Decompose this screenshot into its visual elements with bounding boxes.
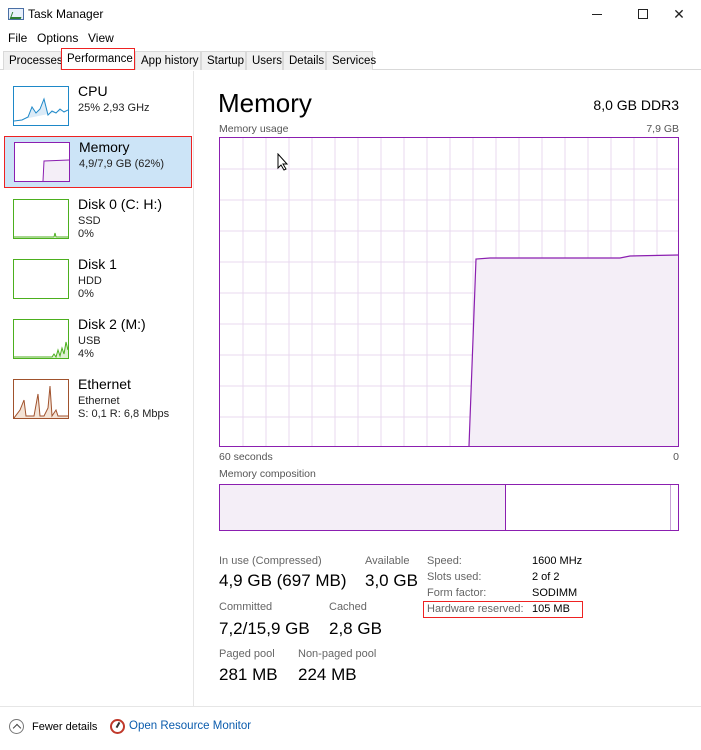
menu-options[interactable]: Options	[37, 31, 78, 45]
title-bar: Task Manager ✕	[0, 0, 701, 28]
footer-bar: Fewer details Open Resource Monitor	[0, 706, 701, 750]
disk-1-thumbnail-graph	[13, 259, 69, 299]
memory-thumbnail-graph	[14, 142, 70, 182]
sidebar-item-usage: 4%	[78, 348, 94, 360]
chevron-up-icon[interactable]	[9, 719, 24, 734]
speed-value: 1600 MHz	[532, 555, 583, 567]
committed-label: Committed	[219, 601, 273, 613]
sidebar-item-cpu[interactable]: CPU 25% 2,93 GHz	[4, 81, 192, 133]
memory-usage-label: Memory usage	[219, 123, 289, 135]
memory-composition-bar	[219, 484, 679, 531]
in-use-value: 4,9 GB (697 MB)	[219, 571, 347, 590]
available-label: Available	[365, 555, 410, 567]
sidebar-item-disk-1[interactable]: Disk 1 HDD 0%	[4, 254, 192, 306]
hardware-reserved-value: 105 MB	[532, 603, 570, 615]
menu-view[interactable]: View	[88, 31, 114, 45]
sidebar-item-title: Disk 1	[78, 256, 117, 272]
available-value: 3,0 GB	[365, 571, 418, 590]
tab-startup[interactable]: Startup	[201, 51, 246, 70]
ethernet-thumbnail-graph	[13, 379, 69, 419]
sidebar-item-detail: USB	[78, 335, 101, 347]
tab-bar: Processes Performance App history Startu…	[0, 48, 701, 70]
free-segment-divider	[670, 485, 671, 530]
resource-sidebar: CPU 25% 2,93 GHz Memory 4,9/7,9 GB (62%)…	[0, 71, 194, 706]
speed-label: Speed:	[427, 555, 462, 567]
committed-value: 7,2/15,9 GB	[219, 619, 310, 638]
tab-details[interactable]: Details	[283, 51, 326, 70]
paged-pool-value: 281 MB	[219, 665, 278, 684]
sidebar-item-disk-0[interactable]: Disk 0 (C: H:) SSD 0%	[4, 194, 192, 246]
hardware-reserved-label: Hardware reserved:	[427, 603, 524, 615]
menu-bar: File Options View	[0, 28, 701, 48]
form-factor-value: SODIMM	[532, 587, 578, 599]
cpu-thumbnail-graph	[13, 86, 69, 126]
sidebar-item-usage: 0%	[78, 288, 94, 300]
menu-file[interactable]: File	[8, 31, 27, 45]
in-use-label: In use (Compressed)	[219, 555, 322, 567]
time-axis-start: 60 seconds	[219, 451, 273, 463]
sidebar-item-disk-2[interactable]: Disk 2 (M:) USB 4%	[4, 314, 192, 366]
resource-monitor-icon[interactable]	[110, 719, 125, 734]
sidebar-item-ethernet[interactable]: Ethernet Ethernet S: 0,1 R: 6,8 Mbps	[4, 374, 192, 426]
form-factor-label: Form factor:	[427, 587, 487, 599]
cached-value: 2,8 GB	[329, 619, 382, 638]
open-resource-monitor-link[interactable]: Open Resource Monitor	[129, 720, 251, 732]
tab-processes[interactable]: Processes	[3, 51, 63, 70]
in-use-segment	[220, 485, 506, 530]
paged-pool-label: Paged pool	[219, 648, 275, 660]
sidebar-item-title: Disk 0 (C: H:)	[78, 196, 162, 212]
fewer-details-link[interactable]: Fewer details	[32, 721, 97, 733]
sidebar-item-title: Disk 2 (M:)	[78, 316, 146, 332]
minimize-icon	[592, 13, 602, 15]
slots-used-label: Slots used:	[427, 571, 482, 583]
tab-services[interactable]: Services	[326, 51, 376, 70]
memory-composition-label: Memory composition	[219, 468, 316, 480]
page-title: Memory	[218, 88, 312, 118]
mouse-cursor-icon	[277, 153, 289, 171]
close-icon: ✕	[673, 5, 685, 22]
disk-2-thumbnail-graph	[13, 319, 69, 359]
sidebar-item-memory[interactable]: Memory 4,9/7,9 GB (62%)	[4, 136, 192, 188]
sidebar-item-title: Ethernet	[78, 376, 131, 392]
sidebar-item-title: CPU	[78, 83, 108, 99]
memory-usage-graph	[219, 137, 679, 447]
close-button[interactable]: ✕	[656, 0, 701, 28]
disk-0-thumbnail-graph	[13, 199, 69, 239]
tab-users[interactable]: Users	[246, 51, 283, 70]
non-paged-pool-value: 224 MB	[298, 665, 357, 684]
task-manager-icon	[8, 8, 24, 20]
cached-label: Cached	[329, 601, 367, 613]
sidebar-item-detail: HDD	[78, 275, 102, 287]
tab-performance[interactable]: Performance	[61, 48, 135, 70]
sidebar-item-detail: 25% 2,93 GHz	[78, 102, 150, 114]
maximize-icon	[638, 9, 648, 19]
sidebar-item-usage: 0%	[78, 228, 94, 240]
memory-spec: 8,0 GB DDR3	[593, 97, 679, 113]
slots-used-value: 2 of 2	[532, 571, 560, 583]
time-axis-end: 0	[673, 451, 679, 463]
sidebar-item-title: Memory	[79, 139, 130, 155]
tab-app-history[interactable]: App history	[135, 51, 201, 70]
sidebar-item-detail: Ethernet	[78, 395, 120, 407]
sidebar-item-detail: SSD	[78, 215, 101, 227]
minimize-button[interactable]	[574, 0, 620, 28]
sidebar-item-detail: 4,9/7,9 GB (62%)	[79, 158, 164, 170]
sidebar-item-throughput: S: 0,1 R: 6,8 Mbps	[78, 408, 170, 420]
non-paged-pool-label: Non-paged pool	[298, 648, 377, 660]
window-title: Task Manager	[28, 7, 104, 21]
memory-usage-max: 7,9 GB	[646, 123, 679, 135]
